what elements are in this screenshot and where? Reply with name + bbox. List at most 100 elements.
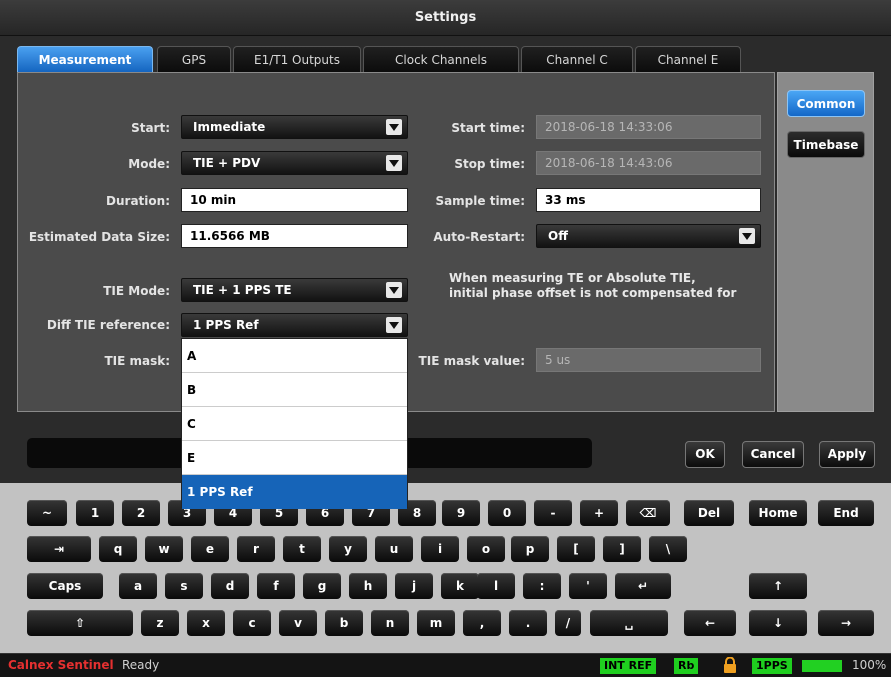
tab-e1t1-outputs[interactable]: E1/T1 Outputs xyxy=(233,46,361,72)
key-caps[interactable]: Caps xyxy=(27,573,103,599)
battery-percent: 100% xyxy=(852,658,887,672)
key-1[interactable]: 1 xyxy=(76,500,114,526)
backspace-icon[interactable]: ⌫ xyxy=(626,500,670,526)
common-button[interactable]: Common xyxy=(787,90,865,117)
key-2[interactable]: 2 xyxy=(122,500,160,526)
option-c[interactable]: C xyxy=(182,407,407,441)
on-screen-keyboard: ~ 1 2 3 4 5 6 7 8 9 0 - + ⌫ Del Home End… xyxy=(0,483,891,653)
option-a[interactable]: A xyxy=(182,339,407,373)
tab-channel-e[interactable]: Channel E xyxy=(635,46,741,72)
key-b[interactable]: b xyxy=(325,610,363,636)
key-v[interactable]: v xyxy=(279,610,317,636)
stop-time-label: Stop time: xyxy=(454,157,525,171)
arrow-left-icon[interactable]: ← xyxy=(684,610,736,636)
cancel-button[interactable]: Cancel xyxy=(742,441,804,468)
key-i[interactable]: i xyxy=(421,536,459,562)
diff-tie-label: Diff TIE reference: xyxy=(46,318,170,332)
ok-button[interactable]: OK xyxy=(685,441,725,468)
diff-tie-options-list: A B C E 1 PPS Ref xyxy=(181,338,408,509)
auto-restart-dropdown[interactable]: Off xyxy=(536,224,761,248)
key-k[interactable]: k xyxy=(441,573,479,599)
start-dropdown[interactable]: Immediate xyxy=(181,115,408,139)
tab-channel-c[interactable]: Channel C xyxy=(521,46,633,72)
lock-icon xyxy=(724,657,736,673)
key-end[interactable]: End xyxy=(818,500,874,526)
key-w[interactable]: w xyxy=(145,536,183,562)
arrow-up-icon[interactable]: ↑ xyxy=(749,573,807,599)
duration-field[interactable]: 10 min xyxy=(181,188,408,212)
option-b[interactable]: B xyxy=(182,373,407,407)
sample-time-label: Sample time: xyxy=(435,194,525,208)
key-g[interactable]: g xyxy=(303,573,341,599)
diff-tie-dropdown[interactable]: 1 PPS Ref xyxy=(181,313,408,337)
tie-mode-value: TIE + 1 PPS TE xyxy=(193,283,292,297)
side-panel xyxy=(777,72,874,412)
shift-icon[interactable]: ⇧ xyxy=(27,610,133,636)
key-q[interactable]: q xyxy=(99,536,137,562)
tie-mask-value-label: TIE mask value: xyxy=(418,354,525,368)
stop-time-field: 2018-06-18 14:43:06 xyxy=(536,151,761,175)
note-line-1: When measuring TE or Absolute TIE, xyxy=(449,271,696,285)
tab-gps[interactable]: GPS xyxy=(157,46,231,72)
key-slash[interactable]: / xyxy=(555,610,581,636)
sample-time-field[interactable]: 33 ms xyxy=(536,188,761,212)
arrow-down-icon[interactable]: ↓ xyxy=(749,610,807,636)
key-f[interactable]: f xyxy=(257,573,295,599)
key-t[interactable]: t xyxy=(283,536,321,562)
key-j[interactable]: j xyxy=(395,573,433,599)
key-n[interactable]: n xyxy=(371,610,409,636)
key-m[interactable]: m xyxy=(417,610,455,636)
key-o[interactable]: o xyxy=(467,536,505,562)
key-right-bracket[interactable]: ] xyxy=(603,536,641,562)
key-apostrophe[interactable]: ' xyxy=(569,573,607,599)
key-u[interactable]: u xyxy=(375,536,413,562)
option-e[interactable]: E xyxy=(182,441,407,475)
option-1pps-ref[interactable]: 1 PPS Ref xyxy=(182,475,407,509)
start-value: Immediate xyxy=(193,120,266,134)
start-time-field: 2018-06-18 14:33:06 xyxy=(536,115,761,139)
key-9[interactable]: 9 xyxy=(442,500,480,526)
key-z[interactable]: z xyxy=(141,610,179,636)
key-x[interactable]: x xyxy=(187,610,225,636)
key-left-bracket[interactable]: [ xyxy=(557,536,595,562)
key-home[interactable]: Home xyxy=(749,500,807,526)
key-colon[interactable]: : xyxy=(523,573,561,599)
key-e[interactable]: e xyxy=(191,536,229,562)
key-minus[interactable]: - xyxy=(534,500,572,526)
phase-offset-note: When measuring TE or Absolute TIE, initi… xyxy=(449,271,769,301)
space-key-icon[interactable]: ␣ xyxy=(590,610,668,636)
tab-measurement[interactable]: Measurement xyxy=(17,46,153,72)
mode-value: TIE + PDV xyxy=(193,156,261,170)
window-title: Settings xyxy=(0,0,891,36)
key-comma[interactable]: , xyxy=(463,610,501,636)
chevron-down-icon xyxy=(386,282,402,298)
enter-icon[interactable]: ↵ xyxy=(615,573,671,599)
key-r[interactable]: r xyxy=(237,536,275,562)
key-period[interactable]: . xyxy=(509,610,547,636)
tab-clock-channels[interactable]: Clock Channels xyxy=(363,46,519,72)
tab-key-icon[interactable]: ⇥ xyxy=(27,536,91,562)
key-a[interactable]: a xyxy=(119,573,157,599)
key-plus[interactable]: + xyxy=(580,500,618,526)
key-s[interactable]: s xyxy=(165,573,203,599)
key-del[interactable]: Del xyxy=(684,500,734,526)
diff-tie-value: 1 PPS Ref xyxy=(193,318,259,332)
key-0[interactable]: 0 xyxy=(488,500,526,526)
pps-badge: 1PPS xyxy=(752,658,792,674)
tie-mask-label: TIE mask: xyxy=(104,354,170,368)
timebase-button[interactable]: Timebase xyxy=(787,131,865,158)
key-c[interactable]: c xyxy=(233,610,271,636)
apply-button[interactable]: Apply xyxy=(819,441,875,468)
arrow-right-icon[interactable]: → xyxy=(818,610,874,636)
mode-dropdown[interactable]: TIE + PDV xyxy=(181,151,408,175)
key-backslash[interactable]: \ xyxy=(649,536,687,562)
key-p[interactable]: p xyxy=(511,536,549,562)
key-l[interactable]: l xyxy=(477,573,515,599)
brand-label: Calnex Sentinel xyxy=(8,658,114,672)
key-d[interactable]: d xyxy=(211,573,249,599)
start-time-label: Start time: xyxy=(451,121,525,135)
key-tilde[interactable]: ~ xyxy=(27,500,67,526)
tie-mode-dropdown[interactable]: TIE + 1 PPS TE xyxy=(181,278,408,302)
key-y[interactable]: y xyxy=(329,536,367,562)
key-h[interactable]: h xyxy=(349,573,387,599)
